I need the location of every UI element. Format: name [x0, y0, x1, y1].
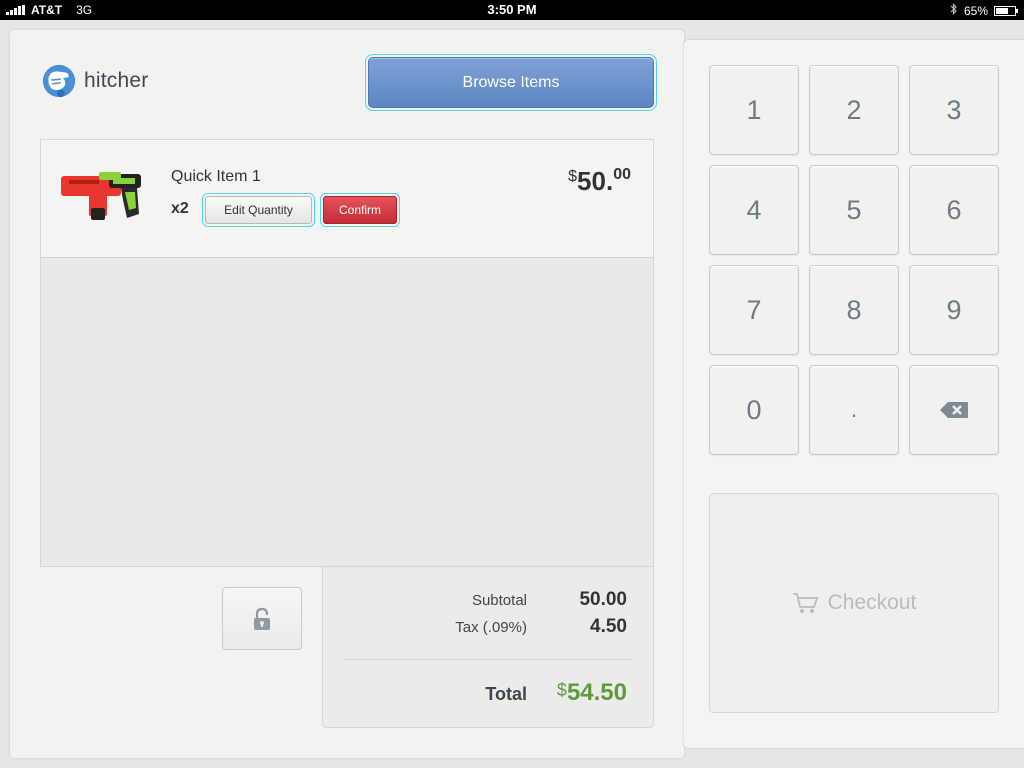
cart-icon — [792, 593, 818, 613]
total-currency: $ — [556, 680, 567, 700]
key-8[interactable]: 8 — [809, 265, 899, 355]
tax-label: Tax (.09%) — [455, 619, 527, 636]
bluetooth-icon — [950, 3, 958, 18]
item-price-cents: 00 — [613, 166, 631, 183]
checkout-label: Checkout — [827, 591, 917, 614]
key-7[interactable]: 7 — [709, 265, 799, 355]
key-backspace[interactable] — [909, 365, 999, 455]
item-price-currency: $ — [568, 168, 578, 185]
totals-panel: Subtotal 50.00 Tax (.09%) 4.50 Total $54… — [322, 567, 654, 728]
key-9[interactable]: 9 — [909, 265, 999, 355]
app-logo: hitcher — [40, 62, 148, 100]
subtotal-value: 50.00 — [579, 589, 627, 610]
status-time: 3:50 PM — [487, 2, 537, 17]
item-quantity: x2 — [171, 200, 189, 217]
status-bar: AT&T 3G 3:50 PM 65% — [0, 0, 1024, 20]
key-1[interactable]: 1 — [709, 65, 799, 155]
cart-item: Quick Item 1 x2 Edit Quantity Confirm $ … — [41, 140, 653, 258]
subtotal-row: Subtotal 50.00 — [407, 589, 627, 611]
key-4[interactable]: 4 — [709, 165, 799, 255]
confirm-button[interactable]: Confirm — [320, 193, 400, 227]
product-image — [61, 172, 141, 220]
tax-value: 4.50 — [590, 616, 627, 637]
app-name: hitcher — [84, 69, 149, 92]
order-panel: hitcher Browse Items Quick Item 1 x2 Edi… — [10, 30, 684, 758]
lock-icon — [254, 607, 270, 630]
subtotal-label: Subtotal — [471, 592, 527, 609]
browse-items-button[interactable]: Browse Items — [365, 54, 657, 111]
total-amount: $54.50 — [527, 679, 627, 707]
battery-icon — [994, 5, 1018, 16]
key-5[interactable]: 5 — [809, 165, 899, 255]
keypad-panel: 1 2 3 4 5 6 7 8 9 0 . Checkout — [684, 40, 1024, 748]
key-0[interactable]: 0 — [709, 365, 799, 455]
tax-row: Tax (.09%) 4.50 — [407, 616, 627, 638]
total-row: Total $54.50 — [407, 679, 627, 707]
backspace-icon — [940, 402, 968, 418]
item-price-whole: 50. — [577, 166, 614, 196]
item-price: $ 50. 00 — [568, 166, 631, 197]
totals-divider — [343, 659, 631, 660]
key-2[interactable]: 2 — [809, 65, 899, 155]
total-label: Total — [485, 684, 527, 704]
key-6[interactable]: 6 — [909, 165, 999, 255]
cart-list: Quick Item 1 x2 Edit Quantity Confirm $ … — [40, 139, 654, 567]
key-decimal[interactable]: . — [809, 365, 899, 455]
item-name: Quick Item 1 — [171, 168, 261, 185]
hitcher-logo-icon — [42, 64, 76, 98]
checkout-button[interactable]: Checkout — [709, 493, 999, 713]
lock-button[interactable] — [222, 587, 302, 650]
total-value: 54.50 — [566, 679, 627, 706]
battery-percent: 65% — [963, 3, 988, 18]
edit-quantity-button[interactable]: Edit Quantity — [202, 193, 315, 227]
key-3[interactable]: 3 — [909, 65, 999, 155]
